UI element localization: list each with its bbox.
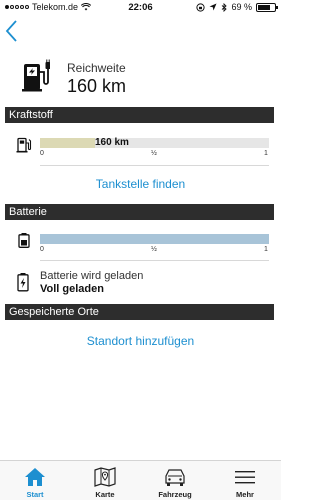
- bluetooth-icon: [222, 2, 228, 12]
- fuel-tick-max: 1: [264, 150, 268, 157]
- battery-tick-min: 0: [40, 246, 44, 253]
- status-right: 69 %: [196, 2, 278, 12]
- tab-vehicle-label: Fahrzeug: [158, 490, 192, 499]
- battery-tick-max: 1: [264, 246, 268, 253]
- tab-vehicle[interactable]: Fahrzeug: [140, 461, 210, 500]
- battery-section-header: Batterie: [5, 204, 274, 220]
- fuel-tick-half: ½: [151, 150, 157, 157]
- range-value: 160 km: [67, 76, 127, 96]
- battery-level-fill: [40, 234, 269, 244]
- tab-bar: Start Karte Fahrzeug Mehr: [0, 460, 281, 500]
- tab-start[interactable]: Start: [0, 461, 70, 500]
- charging-label: Batterie wird geladen: [40, 270, 144, 282]
- battery-icon: [18, 233, 30, 248]
- chevron-left-icon: [5, 20, 17, 42]
- battery-status-icon: [256, 2, 278, 12]
- car-icon: [165, 469, 185, 486]
- fuel-level-value: 160 km: [95, 137, 129, 148]
- fuel-level-fill: [40, 138, 95, 148]
- tab-start-label: Start: [26, 490, 44, 499]
- battery-level-bar: [40, 234, 269, 244]
- add-location-link[interactable]: Standort hinzufügen: [0, 334, 281, 348]
- ev-charging-station-icon: [22, 59, 50, 92]
- location-arrow-icon: [209, 3, 217, 11]
- fuel-tick-min: 0: [40, 150, 44, 157]
- battery-charging-icon: [17, 273, 29, 292]
- battery-divider: [40, 260, 269, 261]
- charging-status: Voll geladen: [40, 283, 104, 295]
- fuel-section-header: Kraftstoff: [5, 107, 274, 123]
- battery-tick-half: ½: [151, 246, 157, 253]
- fuel-level-bar: [40, 138, 269, 148]
- saved-places-section-header: Gespeicherte Orte: [5, 304, 274, 320]
- back-button[interactable]: [4, 19, 20, 43]
- tab-more-label: Mehr: [236, 490, 254, 499]
- fuel-divider: [40, 165, 269, 166]
- home-icon: [25, 468, 45, 486]
- tab-map[interactable]: Karte: [70, 461, 140, 500]
- status-bar: Telekom.de 22:06 69 %: [0, 0, 281, 14]
- battery-percent: 69 %: [231, 2, 252, 12]
- map-icon: [94, 467, 116, 487]
- fuel-pump-icon: [16, 137, 32, 153]
- range-label: Reichweite: [67, 61, 126, 75]
- lock-rotation-icon: [196, 2, 206, 12]
- tab-more[interactable]: Mehr: [210, 461, 280, 500]
- menu-icon: [235, 471, 255, 484]
- find-gas-station-link[interactable]: Tankstelle finden: [0, 177, 281, 191]
- tab-map-label: Karte: [95, 490, 115, 499]
